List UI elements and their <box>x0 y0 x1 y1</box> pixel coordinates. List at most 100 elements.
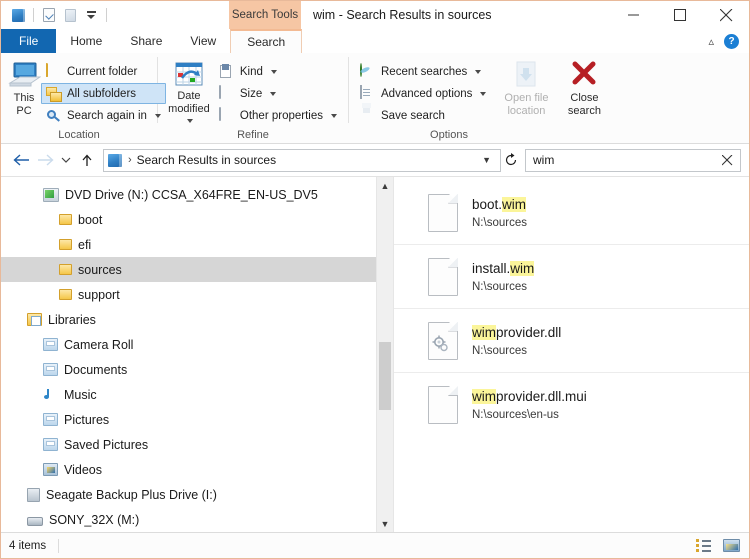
new-folder-icon[interactable] <box>61 6 79 24</box>
size-button[interactable]: Size <box>214 83 342 104</box>
chevron-down-icon[interactable] <box>186 119 193 124</box>
search-highlight: wim <box>472 324 496 340</box>
view-buttons <box>693 537 741 555</box>
date-modified-button[interactable]: Date modified <box>164 59 214 127</box>
customize-icon[interactable] <box>82 6 100 24</box>
refresh-button[interactable] <box>501 153 521 167</box>
search-box[interactable] <box>525 148 741 172</box>
large-icons-view-button[interactable] <box>721 537 741 555</box>
current-folder-button[interactable]: Current folder <box>41 61 166 82</box>
scroll-down-icon[interactable]: ▼ <box>377 515 393 532</box>
main-area: DVD Drive (N:) CCSA_X64FRE_EN-US_DV5 boo… <box>1 176 749 532</box>
properties-icon[interactable] <box>40 6 58 24</box>
result-text: boot.wim N:\sources <box>472 196 527 229</box>
clear-search-icon[interactable] <box>718 151 736 169</box>
explorer-icon[interactable] <box>9 6 27 24</box>
tree-item-seagate-drive[interactable]: Seagate Backup Plus Drive (I:) <box>1 482 393 507</box>
tree-item-sony-drive[interactable]: SONY_32X (M:) <box>1 507 393 532</box>
tree-item-videos[interactable]: Videos <box>1 457 393 482</box>
chevron-down-icon[interactable] <box>270 91 277 96</box>
table-row[interactable]: wimprovider.dll.mui N:\sources\en-us <box>394 373 749 437</box>
tree-item-saved-pictures[interactable]: Saved Pictures <box>1 432 393 457</box>
file-icon <box>428 386 458 424</box>
kind-icon <box>219 63 235 80</box>
recent-locations-button[interactable] <box>57 148 75 172</box>
library-icon <box>43 363 58 376</box>
tree-item-documents[interactable]: Documents <box>1 357 393 382</box>
save-search-icon <box>360 108 376 124</box>
tab-view[interactable]: View <box>176 29 230 53</box>
scrollbar-thumb[interactable] <box>379 342 391 410</box>
usb-drive-icon <box>27 516 43 526</box>
scrollbar-track[interactable] <box>377 194 393 515</box>
search-input[interactable] <box>533 153 718 167</box>
minimize-icon[interactable] <box>611 1 657 29</box>
contextual-tab-label: Search Tools <box>231 9 299 21</box>
folder-icon <box>108 153 122 167</box>
tree-item-pictures[interactable]: Pictures <box>1 407 393 432</box>
tree-item-dvd-drive[interactable]: DVD Drive (N:) CCSA_X64FRE_EN-US_DV5 <box>1 182 393 207</box>
tab-home[interactable]: Home <box>56 29 116 53</box>
drive-icon <box>27 487 40 502</box>
table-row[interactable]: wimprovider.dll N:\sources <box>394 309 749 373</box>
result-path: N:\sources <box>472 280 527 293</box>
advanced-options-button[interactable]: Advanced options <box>355 83 491 104</box>
back-button[interactable] <box>9 148 33 172</box>
details-view-button[interactable] <box>693 537 713 555</box>
up-button[interactable] <box>75 148 99 172</box>
chevron-down-icon[interactable] <box>480 91 487 96</box>
tree-item-libraries[interactable]: Libraries <box>1 307 393 332</box>
open-file-location-button[interactable]: Open file location <box>497 59 555 117</box>
search-results-pane: boot.wim N:\sources install.wim N:\sourc… <box>394 177 749 532</box>
forward-button[interactable] <box>33 148 57 172</box>
tree-item-camera-roll[interactable]: Camera Roll <box>1 332 393 357</box>
chevron-down-icon[interactable] <box>270 69 277 74</box>
maximize-icon[interactable] <box>657 1 703 29</box>
table-row[interactable]: boot.wim N:\sources <box>394 181 749 245</box>
refine-small-buttons: Kind Size Other properties <box>214 59 342 126</box>
collapse-ribbon-icon[interactable]: ▵ <box>708 35 714 48</box>
save-search-button[interactable]: Save search <box>355 105 491 126</box>
folder-tree: DVD Drive (N:) CCSA_X64FRE_EN-US_DV5 boo… <box>1 177 393 532</box>
open-file-location-icon <box>509 61 543 91</box>
this-pc-label-2: PC <box>16 105 32 117</box>
library-icon <box>43 438 58 451</box>
all-subfolders-button[interactable]: All subfolders <box>41 83 166 104</box>
nav-pane-scrollbar[interactable]: ▲ ▼ <box>376 177 393 532</box>
result-name: install.wim <box>472 260 535 276</box>
window-controls <box>611 1 749 29</box>
chevron-down-icon[interactable] <box>475 69 482 74</box>
help-icon[interactable]: ? <box>724 33 739 49</box>
tree-item-sources[interactable]: sources <box>1 257 393 282</box>
date-modified-label-2: modified <box>164 103 214 127</box>
scroll-up-icon[interactable]: ▲ <box>377 177 393 194</box>
recent-searches-button[interactable]: Recent searches <box>355 61 491 82</box>
kind-button[interactable]: Kind <box>214 61 342 82</box>
tree-item-efi[interactable]: efi <box>1 232 393 257</box>
ribbon-help-area: ▵ ? <box>708 29 749 53</box>
search-highlight: wim <box>472 389 496 404</box>
close-icon[interactable] <box>703 1 749 29</box>
library-icon <box>43 413 58 426</box>
tab-share[interactable]: Share <box>116 29 176 53</box>
close-search-label-1: Close <box>570 92 599 104</box>
other-properties-button[interactable]: Other properties <box>214 105 342 126</box>
breadcrumb[interactable]: › Search Results in sources ▼ <box>103 148 501 172</box>
status-bar: 4 items <box>1 532 749 558</box>
close-search-button[interactable]: Close search <box>555 59 613 117</box>
tree-item-music[interactable]: Music <box>1 382 393 407</box>
search-again-icon <box>46 108 62 124</box>
this-pc-label-1: This <box>13 92 35 104</box>
tree-item-support[interactable]: support <box>1 282 393 307</box>
result-text: wimprovider.dll N:\sources <box>472 324 561 357</box>
tree-item-boot[interactable]: boot <box>1 207 393 232</box>
file-explorer-window: Search Tools wim - Search Results in sou… <box>0 0 750 559</box>
tab-file[interactable]: File <box>1 29 57 53</box>
dll-file-icon <box>428 321 458 360</box>
chevron-down-icon[interactable] <box>331 113 337 118</box>
this-pc-button[interactable]: This PC <box>7 59 42 117</box>
table-row[interactable]: install.wim N:\sources <box>394 245 749 309</box>
tab-search[interactable]: Search <box>230 29 303 53</box>
chevron-down-icon[interactable]: ▼ <box>475 155 498 165</box>
search-again-in-button[interactable]: Search again in <box>41 105 166 126</box>
